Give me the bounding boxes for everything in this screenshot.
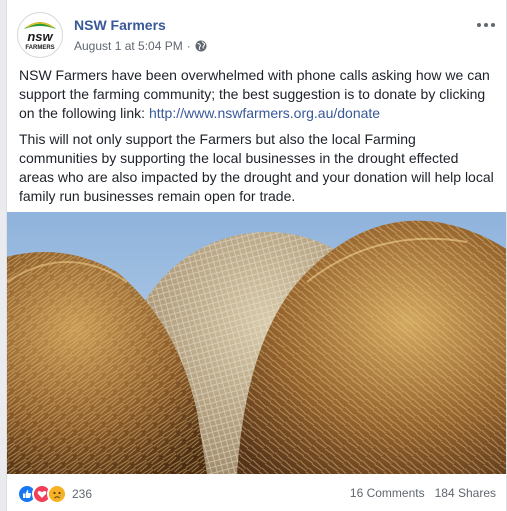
donate-link[interactable]: http://www.nswfarmers.org.au/donate bbox=[149, 105, 380, 121]
facebook-post: nsw FARMERS NSW Farmers August 1 at 5:04… bbox=[6, 0, 507, 511]
sad-icon bbox=[47, 484, 67, 504]
hay-bales-image bbox=[7, 212, 506, 474]
post-timestamp[interactable]: August 1 at 5:04 PM bbox=[74, 39, 183, 53]
post-meta: August 1 at 5:04 PM · bbox=[74, 39, 207, 53]
post-paragraph-1: NSW Farmers have been overwhelmed with p… bbox=[19, 66, 497, 123]
shares-count-link[interactable]: 184 Shares bbox=[435, 486, 496, 500]
post-message: NSW Farmers have been overwhelmed with p… bbox=[19, 66, 497, 213]
reactions-summary[interactable]: 236 bbox=[17, 484, 92, 504]
globe-icon[interactable] bbox=[195, 40, 207, 52]
engagement-stats: 16 Comments 184 Shares bbox=[350, 486, 496, 500]
post-footer: 236 16 Comments 184 Shares bbox=[17, 484, 496, 504]
nsw-farmers-logo: nsw FARMERS bbox=[24, 22, 56, 51]
post-header: nsw FARMERS NSW Farmers August 1 at 5:04… bbox=[17, 12, 496, 58]
ellipsis-icon[interactable] bbox=[476, 18, 496, 32]
page-avatar[interactable]: nsw FARMERS bbox=[17, 12, 63, 58]
svg-text:FARMERS: FARMERS bbox=[25, 45, 54, 51]
post-paragraph-2: This will not only support the Farmers b… bbox=[19, 131, 494, 204]
comments-count-link[interactable]: 16 Comments bbox=[350, 486, 425, 500]
post-photo[interactable] bbox=[7, 212, 506, 474]
reaction-count: 236 bbox=[72, 487, 93, 501]
page-name-link[interactable]: NSW Farmers bbox=[74, 17, 166, 33]
svg-text:nsw: nsw bbox=[27, 29, 53, 44]
meta-separator: · bbox=[186, 39, 191, 53]
